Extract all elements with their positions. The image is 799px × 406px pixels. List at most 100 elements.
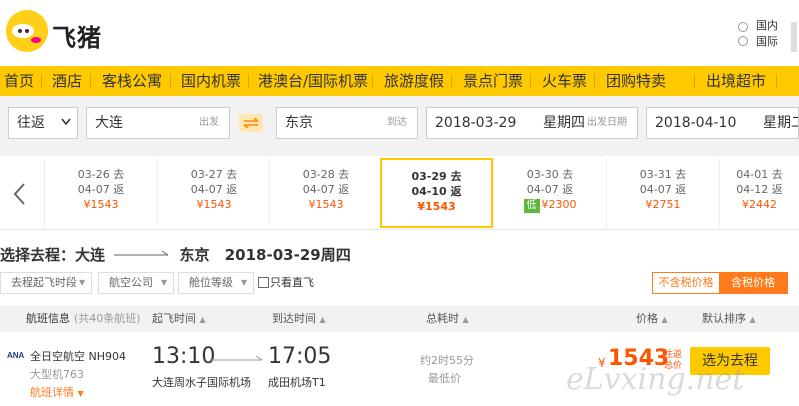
- date-option[interactable]: 04-01 去 04-12 返 ¥2442: [719, 158, 799, 228]
- nav-hotel[interactable]: 酒店: [52, 66, 82, 96]
- to-hint: 到达: [387, 117, 407, 128]
- date-go: 04-01 去: [736, 168, 783, 181]
- nav-domestic-flights[interactable]: 国内机票: [181, 66, 241, 96]
- ana-logo-icon: ANA: [6, 350, 26, 360]
- nav-tickets[interactable]: 景点门票: [463, 66, 523, 96]
- direct-only-checkbox[interactable]: [258, 277, 269, 288]
- low-price-badge: 低: [523, 199, 540, 213]
- date-go: 03-29 去: [411, 170, 462, 183]
- depart-weekday: 星期四: [543, 115, 585, 131]
- date-price: ¥1543: [83, 198, 119, 211]
- triangle-down-icon: ▼: [241, 278, 248, 287]
- date-go: 03-31 去: [639, 168, 687, 181]
- watermark: eLvxing.net: [566, 362, 745, 397]
- brand-name[interactable]: 飞猪: [52, 18, 102, 53]
- return-date-value: 2018-04-10: [655, 115, 737, 131]
- price-incl-tax-button[interactable]: 含税价格: [719, 273, 787, 293]
- aircraft-type: 大型机763: [30, 368, 84, 381]
- col-depart-sort[interactable]: 起飞时间 ▲: [152, 306, 206, 333]
- nav-duty-free[interactable]: 出境超市: [706, 66, 766, 96]
- col-default-sort[interactable]: 默认排序 ▲: [702, 306, 756, 333]
- triangle-up-icon: ▲: [661, 315, 668, 324]
- search-bar: 往返 大连 出发 东京 到达 2018-03-29 星期四 出发日期 2018-…: [0, 96, 799, 156]
- date-price: ¥2300: [541, 198, 577, 211]
- date-option[interactable]: 03-31 去 04-07 返 ¥2751: [606, 158, 719, 228]
- globe-icon-2: [738, 36, 748, 46]
- filter-label: 去程起飞时段: [11, 276, 77, 289]
- airline-name: 全日空航空 NH904: [30, 348, 126, 364]
- date-price: ¥1543: [308, 198, 344, 211]
- return-date-input[interactable]: 2018-04-10 星期二: [646, 107, 799, 139]
- date-price: ¥1543: [417, 200, 456, 213]
- to-city-value: 东京: [285, 115, 313, 131]
- date-price: ¥2442: [742, 198, 777, 211]
- flight-detail-link[interactable]: 航班详情 ▼: [30, 384, 84, 400]
- col-arrive-sort[interactable]: 到达时间 ▲: [272, 306, 326, 333]
- col-arrive-label: 到达时间: [272, 312, 316, 325]
- date-strip: 03-26 去 04-07 返 ¥1543 03-27 去 04-07 返 ¥1…: [0, 158, 799, 230]
- col-price-sort[interactable]: 价格 ▲: [636, 306, 668, 333]
- filter-cabin[interactable]: 舱位等级 ▼: [178, 272, 254, 294]
- fliggy-logo-icon[interactable]: [6, 10, 48, 52]
- from-city-value: 大连: [95, 115, 123, 131]
- direct-only-label[interactable]: 只看直飞: [270, 274, 314, 290]
- triangle-up-icon: ▲: [749, 315, 756, 324]
- nav-intl-flights[interactable]: 港澳台/国际机票: [258, 66, 368, 96]
- swap-cities-icon[interactable]: [239, 114, 263, 132]
- date-price: ¥1543: [196, 198, 232, 211]
- route-label: 选择去程：: [0, 246, 76, 264]
- route-arrow-icon: [114, 250, 169, 256]
- date-return: 04-07 返: [639, 183, 687, 196]
- depart-date-input[interactable]: 2018-03-29 星期四 出发日期: [426, 107, 638, 139]
- col-duration-label: 总耗时: [426, 312, 459, 325]
- arrive-time: 17:05: [268, 344, 332, 369]
- flight-detail-label: 航班详情: [30, 386, 74, 399]
- price-note-roundtrip: 往返: [664, 350, 683, 360]
- nav-group-deals[interactable]: 团购特卖: [606, 66, 666, 96]
- date-option-selected[interactable]: 03-29 去 04-10 返 ¥1543: [380, 158, 493, 228]
- date-option[interactable]: 03-30 去 04-07 返 低 ¥2300: [493, 158, 606, 228]
- date-go: 03-28 去: [302, 168, 350, 181]
- col-flight-info: 航班信息: [26, 312, 70, 325]
- region-international[interactable]: 国际: [756, 34, 778, 50]
- triangle-up-icon: ▲: [199, 315, 206, 324]
- flight-table-header: 航班信息 (共40条航班) 起飞时间 ▲ 到达时间 ▲ 总耗时 ▲ 价格 ▲ 默…: [0, 306, 799, 332]
- to-city-input[interactable]: 东京 到达: [276, 107, 418, 139]
- depart-hint: 出发日期: [587, 117, 627, 128]
- date-price: ¥2751: [645, 198, 681, 211]
- date-return: 04-07 返: [77, 183, 125, 196]
- region-switch[interactable]: 国内 国际: [756, 18, 778, 50]
- from-city-input[interactable]: 大连 出发: [86, 107, 230, 139]
- filter-depart-time[interactable]: 去程起飞时段 ▼: [0, 272, 92, 294]
- filter-airline[interactable]: 航空公司 ▼: [98, 272, 174, 294]
- col-price-label: 价格: [636, 312, 658, 325]
- date-option[interactable]: 03-26 去 04-07 返 ¥1543: [44, 158, 157, 228]
- route-title: 选择去程：大连 东京 2018-03-29周四: [0, 244, 351, 265]
- flight-arrow-icon: [210, 356, 263, 361]
- nav-train[interactable]: 火车票: [542, 66, 587, 96]
- triangle-down-icon: ▼: [79, 278, 86, 287]
- date-option[interactable]: 03-28 去 04-07 返 ¥1543: [269, 158, 382, 228]
- svg-text:ANA: ANA: [7, 351, 25, 360]
- flight-duration: 约2时55分: [420, 354, 474, 367]
- flight-code: NH904: [88, 350, 127, 363]
- globe-icon: [738, 22, 748, 32]
- chevron-left-icon[interactable]: [8, 180, 32, 208]
- chevron-down-icon: ▼: [77, 389, 84, 398]
- date-return: 04-12 返: [736, 183, 783, 196]
- col-duration-sort[interactable]: 总耗时 ▲: [426, 306, 469, 333]
- date-option[interactable]: 03-27 去 04-07 返 ¥1543: [157, 158, 270, 228]
- nav-inn[interactable]: 客栈公寓: [102, 66, 162, 96]
- date-return: 04-10 返: [411, 185, 462, 198]
- airline-label: 全日空航空: [30, 350, 85, 363]
- nav-vacation[interactable]: 旅游度假: [384, 66, 444, 96]
- route-date: 2018-03-29周四: [224, 246, 351, 264]
- price-excl-tax-button[interactable]: 不含税价格: [653, 273, 719, 293]
- trip-type-select[interactable]: 往返: [8, 107, 78, 139]
- region-domestic[interactable]: 国内: [756, 18, 778, 34]
- nav-home[interactable]: 首页: [4, 66, 34, 96]
- date-return: 04-07 返: [190, 183, 238, 196]
- chevron-down-icon: [61, 118, 71, 126]
- top-bar: 飞猪 国内 国际: [0, 0, 799, 66]
- lowest-price-tag: 最低价: [428, 372, 461, 385]
